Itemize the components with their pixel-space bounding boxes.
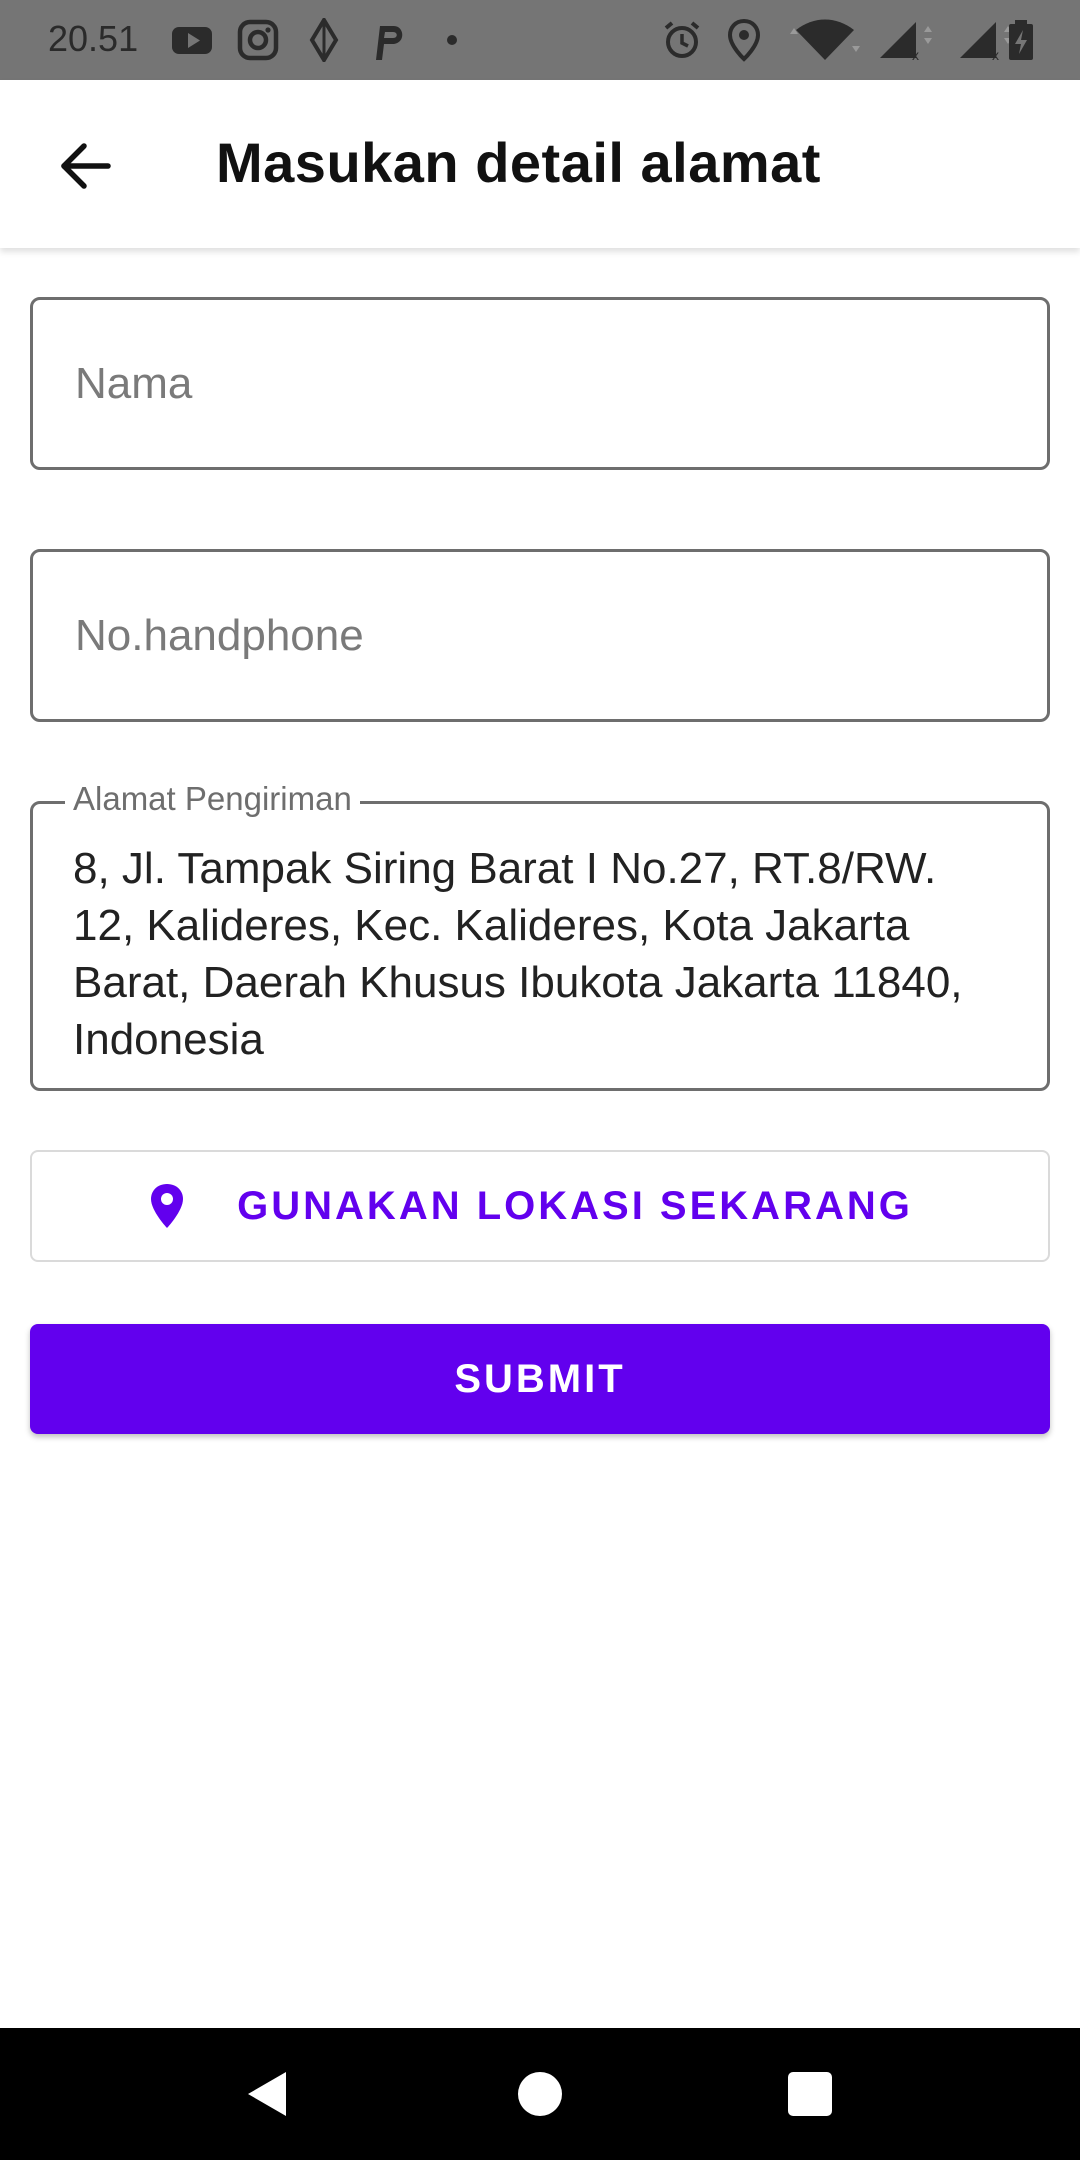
name-input[interactable] <box>73 357 1007 410</box>
submit-button[interactable]: SUBMIT <box>30 1324 1050 1434</box>
location-pin-icon <box>151 1184 184 1228</box>
app-bar: Masukan detail alamat <box>0 80 1080 248</box>
youtube-icon <box>170 18 214 62</box>
page-title: Masukan detail alamat <box>216 131 821 194</box>
wifi-icon <box>790 18 860 62</box>
dot-icon <box>430 18 474 62</box>
nav-recents-button[interactable] <box>782 2066 838 2122</box>
navigation-bar <box>0 2028 1080 2160</box>
battery-icon <box>1006 18 1036 62</box>
instagram-icon <box>236 18 280 62</box>
signal-icon: x <box>876 18 942 62</box>
use-location-label: GUNAKAN LOKASI SEKARANG <box>237 1183 913 1228</box>
home-circle-icon <box>518 2072 562 2116</box>
status-time: 20.51 <box>48 18 139 59</box>
status-bar: 20.51 x x <box>0 0 1080 80</box>
svg-text:x: x <box>992 47 999 62</box>
location-icon <box>722 18 766 62</box>
use-location-button[interactable]: GUNAKAN LOKASI SEKARANG <box>30 1150 1050 1262</box>
address-field[interactable]: Alamat Pengiriman 8, Jl. Tampak Siring B… <box>30 780 1050 1091</box>
address-value[interactable]: 8, Jl. Tampak Siring Barat I No.27, RT.8… <box>73 840 1007 1068</box>
phone-field[interactable] <box>30 549 1050 722</box>
back-triangle-icon <box>248 2072 286 2116</box>
recents-square-icon <box>788 2072 832 2116</box>
phone-input[interactable] <box>73 609 1007 662</box>
nav-back-button[interactable] <box>240 2066 296 2122</box>
nav-home-button[interactable] <box>512 2066 568 2122</box>
alarm-icon <box>660 18 704 62</box>
back-button[interactable] <box>46 134 126 198</box>
parking-icon <box>368 18 412 62</box>
arrow-back-icon <box>61 143 111 189</box>
submit-label: SUBMIT <box>454 1356 626 1401</box>
name-field[interactable] <box>30 297 1050 470</box>
address-label: Alamat Pengiriman <box>65 780 360 818</box>
navigation-icon <box>302 18 346 62</box>
svg-text:x: x <box>912 47 919 62</box>
